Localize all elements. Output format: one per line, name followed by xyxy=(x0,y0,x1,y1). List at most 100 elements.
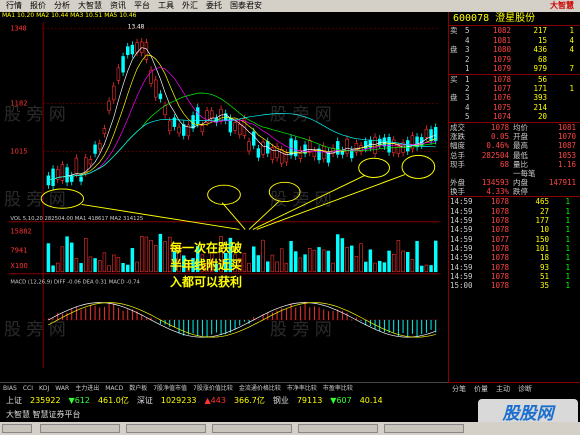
menu-item-news[interactable]: 资讯 xyxy=(106,0,130,12)
quote-row: 一每笔 xyxy=(449,169,580,178)
tick-b: 1 xyxy=(565,262,570,272)
order-book-chg: 7 xyxy=(569,64,574,74)
tick-p: 1078 xyxy=(490,271,509,281)
quote-row: 幅度 0.46% 最高 1087 xyxy=(449,141,580,150)
price-label-mid2: 1015 xyxy=(10,147,27,155)
order-book-row[interactable]: 1 1079 979 7 xyxy=(449,64,580,74)
taskbar-item-2[interactable] xyxy=(126,424,206,433)
order-book-lvl: 4 xyxy=(465,102,470,112)
order-book-price: 1075 xyxy=(492,102,511,112)
order-book-chg xyxy=(547,75,580,84)
order-book-row[interactable]: 2 1079 68 xyxy=(449,55,580,65)
quote-l2: 内盘 xyxy=(513,178,528,188)
indicator-tab[interactable]: MACD xyxy=(102,383,126,393)
indicator-tab[interactable]: 7股涨价值比较 xyxy=(190,383,236,393)
taskbar-item-5[interactable] xyxy=(384,424,464,433)
quote-v2: 1081 xyxy=(557,122,576,132)
tick-row: 15:00 1078 35 1 xyxy=(449,281,580,290)
order-book-side: 盘 xyxy=(450,45,458,55)
quote-l1: 外盘 xyxy=(450,178,465,188)
indicator-tab[interactable]: WAR xyxy=(52,383,72,393)
market-index-item: 461.0亿 xyxy=(97,396,129,405)
tick-b: 1 xyxy=(565,281,570,291)
order-book-price: 1079 xyxy=(492,54,511,64)
order-book-price: 1079 xyxy=(492,64,511,74)
quote-v1: 4.33% xyxy=(486,187,509,197)
tick-row: 14:59 1078 465 1 xyxy=(449,197,580,206)
order-book-chg xyxy=(547,103,580,113)
order-book-vol: 20 xyxy=(537,112,547,122)
order-book-row[interactable]: 盘 3 1076 393 xyxy=(449,93,580,103)
order-book-chg xyxy=(547,112,580,122)
quote-l1: 成交 xyxy=(450,122,465,132)
tick-row: 14:59 1078 101 1 xyxy=(449,244,580,253)
order-book-row[interactable]: 5 1074 20 xyxy=(449,112,580,122)
taskbar-item-4[interactable] xyxy=(298,424,378,433)
menu-item-report[interactable]: 报价 xyxy=(26,0,50,12)
order-book-side xyxy=(449,55,465,65)
tick-row: 14:59 1078 10 1 xyxy=(449,225,580,234)
indicator-tab[interactable]: 主力进出 xyxy=(72,383,102,393)
kline-chart[interactable]: 1348 1182 1015 13.48 VOL 5,10,20 282504.… xyxy=(0,12,448,368)
menu-item-dzh[interactable]: 大智慧 xyxy=(74,0,106,12)
taskbar-item-3[interactable] xyxy=(212,424,292,433)
tick-p: 1078 xyxy=(490,262,509,272)
order-book-row[interactable]: 买 1 1078 56 xyxy=(449,73,580,84)
menu-item-quotes[interactable]: 行情 xyxy=(2,0,26,12)
indicator-tab[interactable]: 7股净值市值 xyxy=(150,383,190,393)
order-book-row[interactable]: 4 1075 214 xyxy=(449,103,580,113)
order-book-row[interactable]: 盘 3 1080 436 4 xyxy=(449,45,580,55)
order-book-row[interactable]: 4 1081 15 4 xyxy=(449,36,580,46)
tick-row: 14:59 1078 93 1 xyxy=(449,263,580,272)
order-book-lvl: 5 xyxy=(465,26,470,35)
order-book-side xyxy=(449,112,465,122)
panel-tab[interactable]: 价量 xyxy=(470,383,492,394)
quote-v2 xyxy=(535,187,580,196)
order-book-side xyxy=(449,36,465,46)
order-book-vol: 979 xyxy=(533,64,547,74)
market-index-item: 钢业 xyxy=(272,396,289,405)
menu-item-tools[interactable]: 工具 xyxy=(154,0,178,12)
indicator-tab[interactable]: KDJ xyxy=(36,383,52,393)
order-book-row[interactable]: 卖 5 1082 217 1 xyxy=(449,26,580,36)
tick-v: 101 xyxy=(535,243,549,253)
taskbar xyxy=(0,422,580,435)
menu-item-analysis[interactable]: 分析 xyxy=(50,0,74,12)
order-book-price: 1077 xyxy=(492,83,511,93)
panel-tab[interactable]: 分笔 xyxy=(448,383,470,394)
panel-tab[interactable]: 诊断 xyxy=(514,383,536,394)
quote-l1 xyxy=(449,169,477,178)
tick-b: 1 xyxy=(565,243,570,253)
menu-item-trade[interactable]: 委托 xyxy=(202,0,226,12)
stock-name: 澄星股份 xyxy=(495,13,536,24)
start-button[interactable] xyxy=(2,424,32,433)
tick-t: 14:59 xyxy=(450,243,473,253)
order-book-chg: 1 xyxy=(569,26,574,35)
order-book: 卖 5 1082 217 1 4 1081 15 4 盘 3 1080 436 4 2 1079 68 1 1079… xyxy=(449,26,580,122)
quote-v2: 1087 xyxy=(557,141,576,151)
menu-item-broker[interactable]: 国泰君安 xyxy=(226,0,266,12)
indicator-tab[interactable]: BIAS xyxy=(0,383,20,393)
tick-v: 465 xyxy=(535,197,549,207)
order-book-vol: 15 xyxy=(537,35,547,45)
taskbar-item-1[interactable] xyxy=(40,424,120,433)
order-book-price: 1080 xyxy=(492,45,511,55)
indicator-tab[interactable]: 市净率比较 xyxy=(284,383,320,393)
quote-v2 xyxy=(535,169,580,178)
indicator-tab[interactable]: 金流通价格比较 xyxy=(236,383,284,393)
indicator-tab[interactable]: CCI xyxy=(20,383,36,393)
indicator-tabs: BIAS CCI KDJ WAR 主力进出 MACD 数户板 7股净值市值 7股涨价值比较 金流通… xyxy=(0,382,448,393)
market-index-item: 40.14 xyxy=(359,396,383,405)
menu-item-platform[interactable]: 平台 xyxy=(130,0,154,12)
indicator-tab[interactable]: 市盈率比较 xyxy=(320,383,356,393)
menu-item-forex[interactable]: 外汇 xyxy=(178,0,202,12)
annotation-line-3: 入都可以获利 xyxy=(170,275,243,289)
indicator-tab[interactable]: 数户板 xyxy=(126,383,150,393)
order-book-lvl: 5 xyxy=(465,112,470,122)
panel-tab[interactable]: 主动 xyxy=(492,383,514,394)
order-book-row[interactable]: 2 1077 171 1 xyxy=(449,84,580,94)
tick-b: 1 xyxy=(565,206,570,216)
order-book-vol: 56 xyxy=(537,74,547,84)
tick-list[interactable]: 14:59 1078 465 1 14:59 1078 27 1 14:59 1078 177 1 14… xyxy=(449,197,580,290)
quote-v1: 0.46% xyxy=(486,141,509,151)
